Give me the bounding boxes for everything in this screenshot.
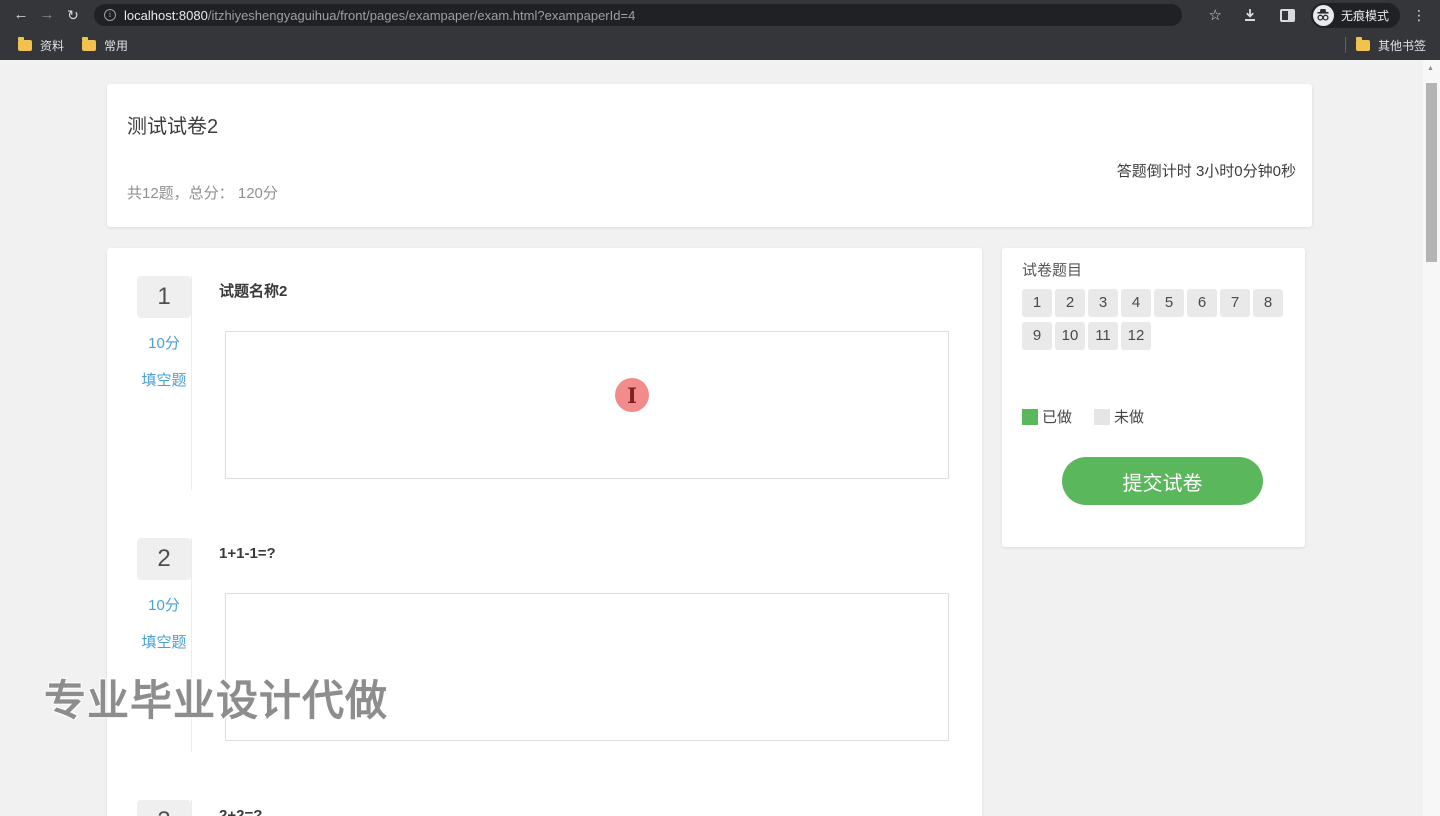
answer-textarea[interactable]	[225, 331, 949, 479]
question-nav-button[interactable]: 2	[1055, 289, 1085, 317]
reload-icon[interactable]	[60, 0, 86, 31]
legend-item: 未做	[1094, 406, 1144, 427]
question-nav-grid: 1 2 3 4 5 6 7 8 9 10 11 12	[1022, 289, 1285, 350]
question-content-column: 1+1-1=?	[192, 538, 982, 752]
question-content-column: 试题名称2	[192, 276, 982, 490]
question-score: 10分	[148, 335, 180, 352]
question-type: 填空题	[141, 372, 187, 389]
question-meta-column: 1 10分 填空题	[107, 276, 192, 490]
legend-label: 已做	[1042, 409, 1073, 426]
question-nav-button[interactable]: 10	[1055, 322, 1085, 350]
browser-toolbar: localhost:8080/itzhiyeshengyaguihua/fron…	[0, 0, 1440, 30]
side-panel-icon[interactable]	[1279, 8, 1295, 22]
bookmark-label: 常用	[104, 38, 129, 53]
question-nav-card: 试卷题目 1 2 3 4 5 6 7 8 9 10 11 12 已做 未做 提交试卷	[1002, 248, 1305, 547]
back-icon[interactable]	[8, 0, 34, 30]
question-nav-title: 试卷题目	[1022, 262, 1083, 279]
menu-icon[interactable]	[1412, 7, 1426, 24]
other-bookmarks[interactable]: 其他书签	[1355, 36, 1426, 54]
question-meta-column: 3	[107, 800, 192, 816]
exam-title: 测试试卷2	[127, 116, 219, 138]
legend-item: 已做	[1022, 406, 1072, 427]
folder-icon	[18, 36, 32, 51]
scrollbar-thumb[interactable]	[1426, 83, 1437, 262]
question-list: 1 10分 填空题 试题名称2 2 10分 填空题 1+1-1=? 3 2+2=…	[107, 276, 982, 816]
question-area-card: 1 10分 填空题 试题名称2 2 10分 填空题 1+1-1=? 3 2+2=…	[107, 248, 982, 816]
question-block: 1 10分 填空题 试题名称2	[107, 276, 982, 490]
other-bookmarks-label: 其他书签	[1377, 38, 1426, 53]
question-number-box: 2	[137, 538, 191, 580]
question-block: 3 2+2=?	[107, 800, 982, 816]
question-title: 试题名称2	[219, 283, 288, 300]
status-legend: 已做 未做	[1022, 406, 1285, 427]
question-nav-button[interactable]: 5	[1154, 289, 1184, 317]
bookmarks-bar: 资料 常用 其他书签	[0, 30, 1440, 60]
question-nav-button[interactable]: 7	[1220, 289, 1250, 317]
question-meta-column: 2 10分 填空题	[107, 538, 192, 752]
download-icon[interactable]	[1242, 7, 1258, 23]
exam-page: 测试试卷2 共12题，总分： 120分 答题倒计时 3小时0分钟0秒 1 10分…	[0, 60, 1440, 816]
incognito-label: 无痕模式	[1340, 8, 1389, 23]
question-title: 2+2=?	[219, 807, 263, 816]
question-nav-button[interactable]: 3	[1088, 289, 1118, 317]
address-bar[interactable]: localhost:8080/itzhiyeshengyaguihua/fron…	[94, 4, 1182, 26]
question-nav-button[interactable]: 12	[1121, 322, 1151, 350]
question-type: 填空题	[141, 634, 187, 651]
folder-icon	[1355, 36, 1370, 51]
countdown-timer: 答题倒计时 3小时0分钟0秒	[1116, 163, 1296, 180]
question-content-column: 2+2=?	[192, 800, 982, 816]
bookmark-label: 资料	[40, 38, 65, 53]
legend-label: 未做	[1114, 409, 1145, 426]
folder-icon	[82, 36, 97, 51]
question-title: 1+1-1=?	[219, 545, 276, 562]
incognito-badge: 无痕模式	[1310, 2, 1400, 28]
question-number-box: 1	[137, 276, 191, 318]
question-nav-button[interactable]: 1	[1022, 289, 1052, 317]
forward-icon[interactable]	[34, 0, 60, 30]
bookmark-folder-ziliao[interactable]: 资料	[18, 36, 65, 54]
question-nav-button[interactable]: 8	[1253, 289, 1283, 317]
answer-textarea[interactable]	[225, 593, 949, 741]
question-number-box: 3	[137, 800, 191, 816]
url-host: localhost:8080	[124, 7, 208, 23]
question-score: 10分	[148, 597, 180, 614]
exam-summary: 共12题，总分： 120分	[127, 185, 278, 202]
undone-swatch	[1094, 408, 1111, 425]
question-nav-button[interactable]: 9	[1022, 322, 1052, 350]
question-nav-button[interactable]: 4	[1121, 289, 1151, 317]
question-nav-button[interactable]: 6	[1187, 289, 1217, 317]
scroll-up-icon[interactable]	[1427, 65, 1434, 72]
bookmark-folder-changyong[interactable]: 常用	[82, 36, 129, 54]
bookmarks-divider	[1344, 37, 1346, 53]
question-nav-button[interactable]: 11	[1088, 322, 1118, 350]
incognito-icon	[1312, 4, 1334, 26]
site-info-icon[interactable]	[104, 9, 116, 21]
question-block: 2 10分 填空题 1+1-1=?	[107, 538, 982, 752]
page-scrollbar[interactable]	[1423, 60, 1440, 816]
url-path: /itzhiyeshengyaguihua/front/pages/exampa…	[207, 7, 636, 23]
bookmark-star-icon[interactable]	[1209, 6, 1222, 24]
done-swatch	[1022, 408, 1038, 425]
exam-header-card: 测试试卷2 共12题，总分： 120分 答题倒计时 3小时0分钟0秒	[107, 84, 1312, 227]
submit-exam-button[interactable]: 提交试卷	[1062, 457, 1263, 505]
